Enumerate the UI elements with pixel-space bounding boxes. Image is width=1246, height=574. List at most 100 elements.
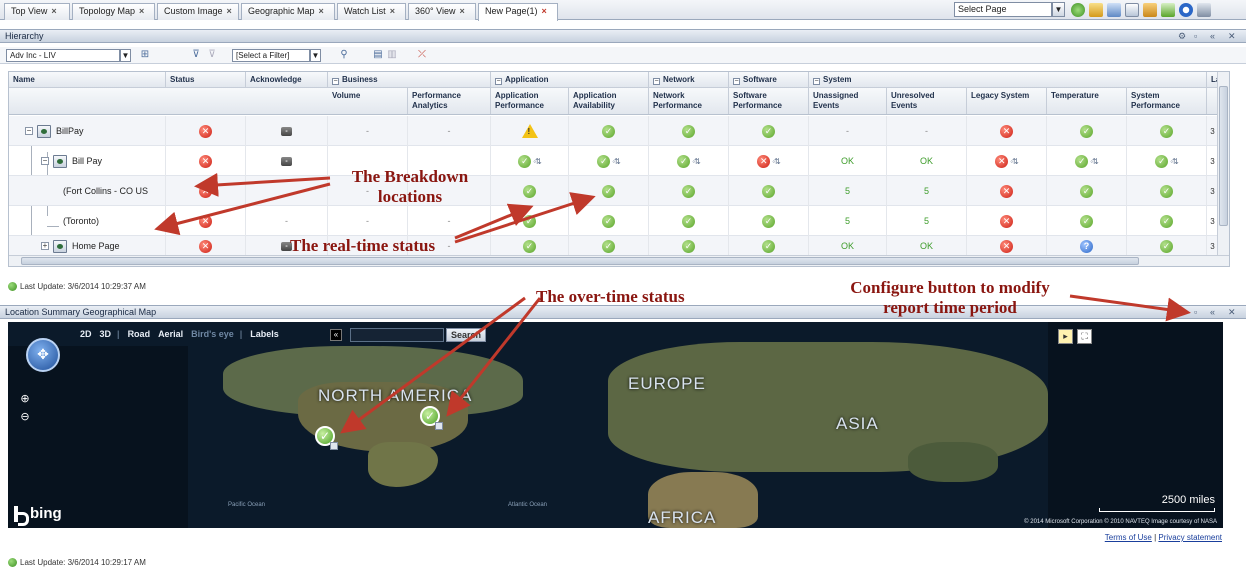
scrollbar-thumb[interactable] (21, 257, 1139, 265)
group-header-network[interactable]: − Network (649, 72, 729, 88)
collapse-icon[interactable]: − (332, 78, 339, 85)
name-cell[interactable]: − Bill Pay (9, 146, 166, 176)
column-header-legacy-system[interactable]: Legacy System (967, 88, 1047, 114)
chevron-down-icon[interactable]: ▼ (120, 49, 131, 62)
software-performance-cell[interactable]: ✓ (729, 236, 809, 256)
column-header-unassigned-events[interactable]: Unassigned Events (809, 88, 887, 114)
legacy-system-cell[interactable]: ✕ (967, 206, 1047, 236)
group-header-software[interactable]: − Software (729, 72, 809, 88)
application-performance-cell[interactable]: ! (491, 116, 569, 146)
table-row[interactable]: (Toronto) ✕ - - - ✓ ✓ ✓ ✓ 5 5 ✕ ✓ ✓ 3 (9, 206, 1229, 236)
legacy-system-cell[interactable]: ✕ (967, 116, 1047, 146)
compass-icon[interactable]: ✥ (26, 338, 60, 372)
network-performance-cell[interactable]: ✓ (649, 236, 729, 256)
close-icon[interactable]: × (542, 6, 547, 16)
collapse-toolbar-icon[interactable]: « (330, 329, 342, 341)
refresh-icon[interactable] (8, 282, 17, 291)
close-icon[interactable]: × (459, 6, 464, 16)
map-search-button[interactable]: Search (446, 328, 486, 342)
refresh-icon[interactable] (1071, 3, 1085, 17)
geographic-map[interactable]: 2D 3D | Road Aerial Bird's eye | Labels … (8, 322, 1223, 528)
column-header-system-performance[interactable]: System Performance (1127, 88, 1207, 114)
new-page-icon[interactable] (1125, 3, 1139, 17)
column-header-performance-analytics[interactable]: Performance Analytics (408, 88, 491, 114)
table-row[interactable]: − BillPay ✕ - - - ! ✓ ✓ ✓ - - ✕ ✓ ✓ 3 (9, 116, 1229, 146)
refresh-icon[interactable] (8, 558, 17, 567)
name-cell[interactable]: (Toronto) (9, 206, 166, 236)
system-performance-cell[interactable]: ✓ (1127, 176, 1207, 206)
software-performance-cell[interactable]: ✓ (729, 206, 809, 236)
temperature-cell[interactable]: ✓ (1047, 176, 1127, 206)
application-performance-cell[interactable]: ✓ (491, 236, 569, 256)
chevron-down-icon[interactable]: ▼ (310, 49, 321, 62)
image-icon[interactable] (1161, 3, 1175, 17)
temperature-cell[interactable]: ✓ ◦⇅ (1047, 146, 1127, 176)
table-row[interactable]: + Home Page ✕ - - - ✓ ✓ ✓ ✓ OK OK ✕ ? ✓ … (9, 236, 1229, 256)
collapse-icon[interactable]: − (813, 78, 820, 85)
column-header-network-performance[interactable]: Network Performance (649, 88, 729, 114)
trend-icon[interactable]: ◦⇅ (772, 157, 780, 166)
reset-icon[interactable]: ⤫ (416, 49, 428, 61)
map-search-input[interactable] (350, 328, 444, 342)
select-page-dropdown[interactable]: Select Page (954, 2, 1052, 17)
tab-360-view[interactable]: 360° View × (408, 3, 476, 20)
trend-icon[interactable]: ◦⇅ (1170, 157, 1178, 166)
export-icon[interactable]: ▤ (372, 49, 384, 61)
privacy-statement-link[interactable]: Privacy statement (1158, 533, 1222, 542)
legacy-system-cell[interactable]: ✕ (967, 236, 1047, 256)
close-icon[interactable]: ✕ (1228, 306, 1236, 318)
software-performance-cell[interactable]: ✓ (729, 116, 809, 146)
help-icon[interactable] (1179, 3, 1193, 17)
tab-geographic-map[interactable]: Geographic Map × (241, 3, 335, 20)
tab-watch-list[interactable]: Watch List × (337, 3, 406, 20)
system-performance-cell[interactable]: ✓ (1127, 206, 1207, 236)
status-cell[interactable]: ✕ (166, 176, 246, 206)
acknowledge-icon[interactable]: - (281, 156, 292, 166)
network-performance-cell[interactable]: ✓ (649, 176, 729, 206)
table-row[interactable]: − Bill Pay ✕ - ✓ ◦⇅ ✓ ◦⇅ ✓ ◦⇅ ✕ ◦⇅ OK OK ✕ ◦⇅… (9, 146, 1229, 176)
software-performance-cell[interactable]: ✓ (729, 176, 809, 206)
close-icon[interactable]: × (390, 6, 395, 16)
status-cell[interactable]: ✕ (166, 206, 246, 236)
column-header-volume[interactable]: Volume (328, 88, 408, 114)
trend-icon[interactable]: ◦⇅ (612, 157, 620, 166)
tree-collapse-icon[interactable]: − (25, 127, 33, 135)
system-performance-cell[interactable]: ✓ ◦⇅ (1127, 146, 1207, 176)
close-icon[interactable]: × (227, 6, 232, 16)
configure-icon[interactable]: ⚙ (1178, 30, 1186, 42)
collapse-icon[interactable]: − (653, 78, 660, 85)
column-header-unresolved-events[interactable]: Unresolved Events (887, 88, 967, 114)
status-cell[interactable]: ✕ (166, 146, 246, 176)
terms-of-use-link[interactable]: Terms of Use (1105, 533, 1152, 542)
group-header-business[interactable]: − Business (328, 72, 491, 88)
minimize-icon[interactable]: ▫ (1194, 30, 1197, 42)
acknowledge-cell[interactable]: - (246, 116, 328, 146)
fit-to-view-icon[interactable]: ⛶ (1077, 329, 1092, 344)
network-performance-cell[interactable]: ✓ ◦⇅ (649, 146, 729, 176)
network-performance-cell[interactable]: ✓ (649, 116, 729, 146)
filter-selector[interactable]: [Select a Filter] (232, 49, 310, 62)
group-header-application[interactable]: − Application (491, 72, 649, 88)
print-icon[interactable]: ▥ (386, 49, 398, 61)
legacy-system-cell[interactable]: ✕ (967, 176, 1047, 206)
find-icon[interactable]: ⚲ (338, 49, 350, 61)
zoom-in-icon[interactable]: ⊕ (18, 392, 32, 406)
configure-icon[interactable]: ⚙ (1178, 306, 1186, 318)
zoom-out-icon[interactable]: ⊖ (18, 410, 32, 424)
application-availability-cell[interactable]: ✓ ◦⇅ (569, 146, 649, 176)
collapse-icon[interactable]: − (733, 78, 740, 85)
temperature-cell[interactable]: ? (1047, 236, 1127, 256)
over-time-status-icon[interactable] (435, 422, 443, 430)
name-cell[interactable]: − BillPay (9, 116, 166, 146)
application-availability-cell[interactable]: ✓ (569, 236, 649, 256)
column-header-software-performance[interactable]: Software Performance (729, 88, 809, 114)
name-cell[interactable]: + Home Page (9, 236, 166, 256)
application-availability-cell[interactable]: ✓ (569, 176, 649, 206)
over-time-status-icon[interactable] (330, 442, 338, 450)
column-header-application-availability[interactable]: Application Availability (569, 88, 649, 114)
column-header-application-performance[interactable]: Application Performance (491, 88, 569, 114)
tab-topology-map[interactable]: Topology Map × (72, 3, 155, 20)
application-performance-cell[interactable]: ✓ (491, 206, 569, 236)
acknowledge-icon[interactable]: - (281, 126, 292, 136)
column-header-temperature[interactable]: Temperature (1047, 88, 1127, 114)
